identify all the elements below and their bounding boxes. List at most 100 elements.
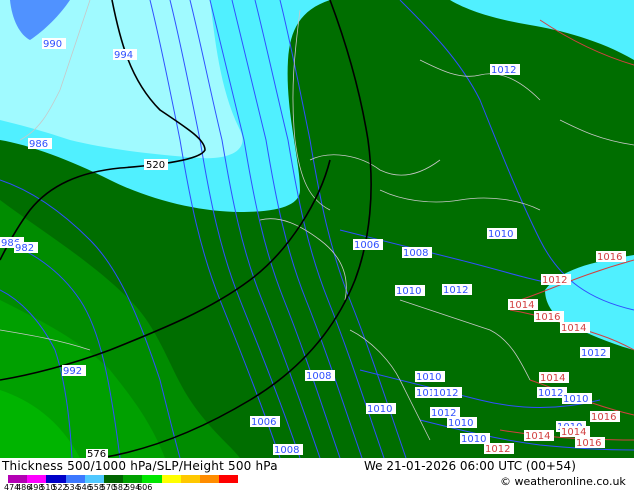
- map-footer: Thickness 500/1000 hPa/SLP/Height 500 hP…: [0, 458, 634, 492]
- scale-swatch: [161, 475, 181, 483]
- isobar-label: 994: [113, 49, 137, 61]
- scale-swatch: [27, 475, 47, 483]
- scale-label: 534: [64, 483, 80, 492]
- svg-text:1010: 1010: [563, 394, 588, 405]
- scale-label: 546: [76, 483, 92, 492]
- scale-swatch: [142, 475, 162, 483]
- color-scale: [8, 475, 239, 483]
- svg-text:1016: 1016: [535, 312, 560, 323]
- map-canvas: 990 994 986 520 986 982 992 1012 1006 10…: [0, 0, 634, 458]
- height-label: 520: [144, 159, 168, 171]
- svg-text:992: 992: [63, 366, 82, 377]
- svg-text:1014: 1014: [561, 323, 586, 334]
- isobar-label: 992: [62, 365, 86, 377]
- isobar-label: 1014: [560, 426, 590, 438]
- isobar-label: 1016: [575, 437, 605, 449]
- height-label: 576: [86, 449, 108, 458]
- scale-swatch: [123, 475, 143, 483]
- svg-text:986: 986: [29, 139, 48, 150]
- isobar-label: 1010: [415, 371, 445, 383]
- svg-text:1010: 1010: [448, 418, 473, 429]
- svg-text:1006: 1006: [251, 417, 276, 428]
- isobar-label: 986: [28, 138, 52, 150]
- svg-text:1016: 1016: [591, 412, 616, 423]
- isobar-label: 1006: [250, 416, 280, 428]
- scale-label: 558: [88, 483, 104, 492]
- svg-text:1010: 1010: [461, 434, 486, 445]
- svg-text:1008: 1008: [274, 445, 299, 456]
- svg-text:576: 576: [87, 449, 106, 458]
- scale-swatch: [46, 475, 66, 483]
- isobar-label: 1014: [508, 299, 538, 311]
- isobar-label: 1010: [395, 285, 425, 297]
- svg-text:1014: 1014: [561, 427, 586, 438]
- svg-text:1010: 1010: [396, 286, 421, 297]
- svg-text:1012: 1012: [542, 275, 567, 286]
- scale-label: 474: [4, 483, 20, 492]
- isobar-label: 1012: [432, 387, 462, 399]
- scale-swatch: [180, 475, 200, 483]
- scale-swatch: [199, 475, 220, 483]
- credit-text: © weatheronline.co.uk: [500, 475, 626, 488]
- scale-label: 510: [40, 483, 56, 492]
- isobar-label: 1012: [490, 64, 520, 76]
- scale-label: 606: [137, 483, 153, 492]
- svg-text:994: 994: [114, 50, 133, 61]
- isobar-label: 1016: [534, 311, 564, 323]
- svg-text:1012: 1012: [485, 444, 510, 455]
- scale-swatch: [103, 475, 124, 483]
- scale-swatch: [219, 475, 239, 483]
- svg-text:520: 520: [146, 160, 165, 171]
- isobar-label: 990: [42, 38, 66, 50]
- scale-label: 498: [28, 483, 44, 492]
- svg-text:1008: 1008: [306, 371, 331, 382]
- svg-text:1010: 1010: [367, 404, 392, 415]
- scale-label: 486: [16, 483, 32, 492]
- svg-text:1014: 1014: [525, 431, 550, 442]
- svg-text:1012: 1012: [581, 348, 606, 359]
- scale-label: 570: [100, 483, 117, 492]
- scale-swatch: [8, 475, 28, 483]
- isobar-label: 1008: [402, 247, 432, 259]
- isobar-label: 1010: [562, 393, 592, 405]
- svg-text:1010: 1010: [488, 229, 513, 240]
- svg-text:1014: 1014: [509, 300, 534, 311]
- svg-text:1014: 1014: [540, 373, 565, 384]
- weather-map: 990 994 986 520 986 982 992 1012 1006 10…: [0, 0, 634, 458]
- svg-text:1016: 1016: [576, 438, 601, 449]
- isobar-label: 1010: [447, 417, 477, 429]
- isobar-label: 1010: [366, 403, 396, 415]
- isobar-label: 982: [14, 242, 38, 254]
- svg-text:990: 990: [43, 39, 62, 50]
- isobar-label: 1016: [596, 251, 626, 263]
- isobar-label: 1016: [590, 411, 620, 423]
- svg-text:1012: 1012: [443, 285, 468, 296]
- scale-label: 522: [52, 483, 68, 492]
- svg-text:1010: 1010: [416, 372, 441, 383]
- svg-text:1012: 1012: [538, 388, 563, 399]
- svg-text:1012: 1012: [491, 65, 516, 76]
- isobar-label: 1014: [524, 430, 554, 442]
- map-title: Thickness 500/1000 hPa/SLP/Height 500 hP…: [2, 459, 278, 473]
- svg-text:1012: 1012: [433, 388, 458, 399]
- isobar-label: 1012: [580, 347, 610, 359]
- isobar-label: 1012: [442, 284, 472, 296]
- svg-text:1008: 1008: [403, 248, 428, 259]
- scale-swatch: [84, 475, 104, 483]
- isobar-label: 1012: [484, 443, 514, 455]
- valid-time: We 21-01-2026 06:00 UTC (00+54): [364, 459, 576, 473]
- svg-text:1006: 1006: [354, 240, 379, 251]
- scale-label: 582: [112, 483, 129, 492]
- isobar-label: 1010: [487, 228, 517, 240]
- color-scale-labels: 474 486 498 510 522 534 546 558 570 582 594 606: [4, 483, 153, 492]
- isobar-label: 1012: [541, 274, 571, 286]
- isobar-label: 1008: [305, 370, 335, 382]
- svg-text:1016: 1016: [597, 252, 622, 263]
- isobar-label: 1014: [539, 372, 569, 384]
- isobar-label: 1006: [353, 239, 383, 251]
- scale-label: 594: [124, 483, 141, 492]
- scale-swatch: [65, 475, 85, 483]
- isobar-label: 1014: [560, 322, 590, 334]
- svg-text:982: 982: [15, 243, 34, 254]
- isobar-label: 1008: [273, 444, 303, 456]
